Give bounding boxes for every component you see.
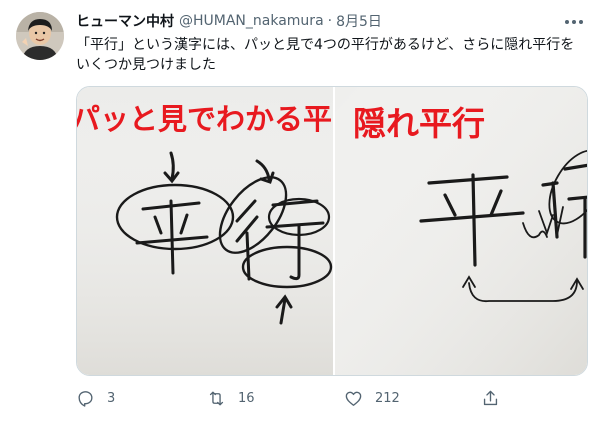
retweet-icon <box>209 390 224 406</box>
media-image: パッと見でわかる平 隠れ平行 <box>77 87 587 375</box>
tweet: ヒューマン中村 @HUMAN_nakamura · 8月5日 「平行」という漢字… <box>0 0 600 422</box>
tweet-date[interactable]: 8月5日 <box>336 11 382 31</box>
reply-icon <box>78 390 93 407</box>
avatar-image <box>16 12 64 60</box>
avatar[interactable] <box>16 12 64 60</box>
more-icon <box>565 20 583 24</box>
share-icon <box>483 390 498 405</box>
tweet-media[interactable]: パッと見でわかる平 隠れ平行 <box>76 86 588 376</box>
right-photo: 隠れ平行 <box>335 87 587 375</box>
reply-count: 3 <box>107 390 116 406</box>
action-bar: 3 16 212 <box>76 384 516 412</box>
retweet-button[interactable]: 16 <box>207 384 255 412</box>
left-caption: パッと見でわかる平 <box>77 102 332 136</box>
more-options-button[interactable] <box>562 10 586 34</box>
separator-dot: · <box>327 13 333 29</box>
like-icon <box>345 391 362 406</box>
share-button[interactable] <box>481 384 500 412</box>
left-photo: パッと見でわかる平 <box>77 87 333 375</box>
like-button[interactable]: 212 <box>344 384 400 412</box>
display-name[interactable]: ヒューマン中村 <box>76 11 174 31</box>
tweet-header: ヒューマン中村 @HUMAN_nakamura · 8月5日 <box>76 11 382 31</box>
retweet-count: 16 <box>238 390 255 406</box>
media-divider <box>333 87 335 375</box>
user-handle[interactable]: @HUMAN_nakamura <box>179 13 324 29</box>
right-caption: 隠れ平行 <box>353 104 485 143</box>
tweet-text: 「平行」という漢字には、パッと見で4つの平行があるけど、さらに隠れ平行をいくつか… <box>76 37 575 73</box>
reply-button[interactable]: 3 <box>76 384 115 412</box>
like-count: 212 <box>375 390 400 406</box>
